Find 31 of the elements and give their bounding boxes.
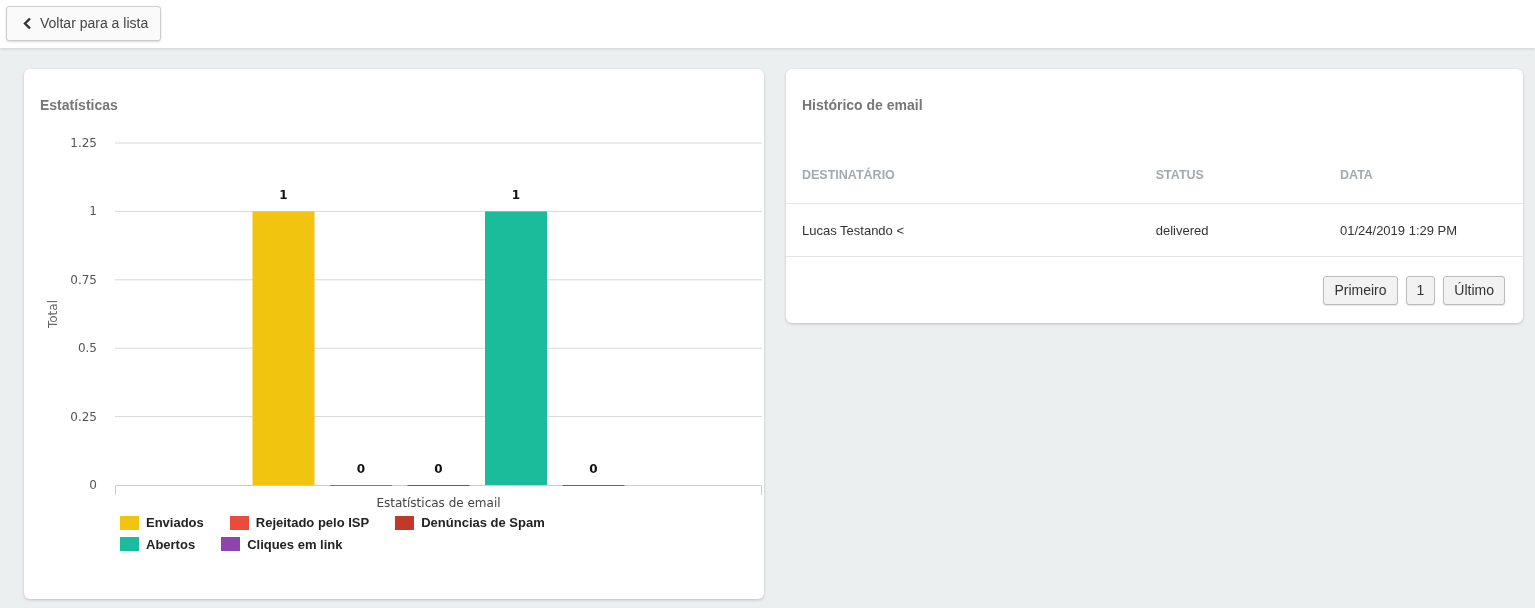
y-tick-label: 1	[89, 204, 97, 219]
card-title: Estatísticas	[39, 96, 119, 115]
category-label: Estatísticas de email	[376, 496, 501, 509]
data-label: 0	[356, 462, 366, 476]
card-title: Histórico de email	[801, 96, 924, 115]
table-cell: 01/24/2019 1:29 PM	[1324, 203, 1523, 257]
page-button[interactable]: Primeiro	[1323, 276, 1398, 306]
page-button[interactable]: 1	[1405, 276, 1436, 306]
y-tick-label: 0	[89, 478, 97, 492]
data-label: 0	[434, 462, 443, 476]
axis-title: Total	[46, 300, 60, 328]
legend-item[interactable]: Denúncias de Spam	[395, 513, 545, 533]
data-label: 0	[589, 462, 598, 476]
y-tick-label: 1.25	[70, 136, 97, 150]
column-header: DESTINATÁRIO	[786, 150, 1140, 204]
legend-item[interactable]: Enviados	[120, 513, 204, 533]
back-button[interactable]: Voltar para a lista	[6, 6, 162, 41]
legend-item[interactable]: Abertos	[120, 534, 196, 554]
y-tick-label: 0.25	[70, 409, 97, 424]
data-label: 1	[279, 188, 288, 203]
column-header: DATA	[1324, 150, 1523, 204]
column-header: STATUS	[1139, 150, 1324, 204]
legend-item[interactable]: Cliques em link	[221, 534, 343, 554]
legend-item[interactable]: Rejeitado pelo ISP	[229, 513, 370, 533]
page-button[interactable]: Último	[1443, 276, 1505, 306]
table-cell: delivered	[1139, 203, 1324, 257]
data-label: 1	[511, 188, 521, 203]
y-tick-label: 0.75	[70, 272, 97, 287]
y-tick-label: 0.5	[77, 341, 97, 356]
chevron-left-icon	[23, 17, 32, 30]
table-cell: Lucas Testando <	[786, 203, 1140, 257]
